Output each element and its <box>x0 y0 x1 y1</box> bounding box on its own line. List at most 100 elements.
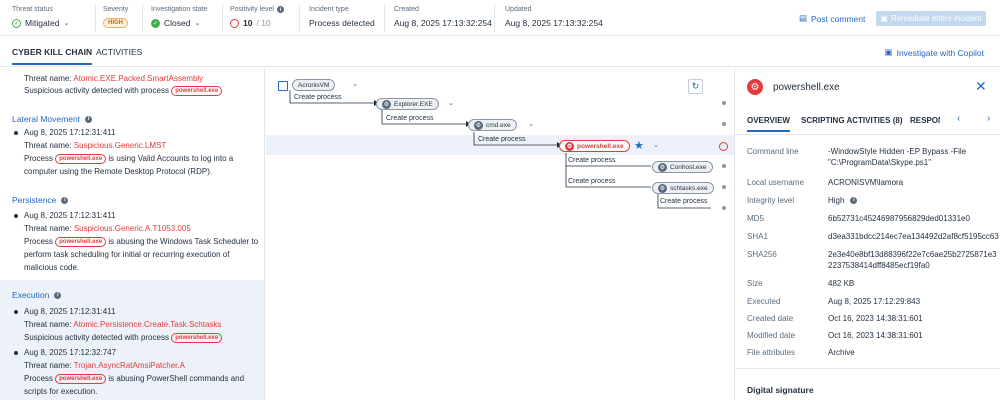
node-powershell[interactable]: ⚙ powershell.exe <box>559 140 630 152</box>
divider <box>95 4 96 32</box>
chevron-down-icon[interactable]: ⌄ <box>448 99 454 107</box>
chevron-left-icon[interactable]: ‹ <box>957 113 960 124</box>
investigate-copilot-button[interactable]: ▣ Investigate with Copilot <box>885 47 984 58</box>
created-value: Aug 8, 2025 17:13:32:254 <box>394 18 492 28</box>
edge-label: Create process <box>568 178 616 185</box>
file-attributes-value: Archive <box>828 348 855 357</box>
created-field: Created Aug 8, 2025 17:13:32:254 <box>394 6 492 28</box>
divider <box>494 4 495 32</box>
severity-field: Severity HIGH <box>103 6 128 28</box>
divider <box>222 4 223 32</box>
info-icon[interactable]: i <box>850 197 858 204</box>
integrity-value: High i <box>828 195 996 206</box>
details-title: powershell.exe <box>773 82 840 93</box>
process-tag[interactable]: powershell.exe <box>55 374 107 384</box>
node-cmd[interactable]: ⚙ cmd.exe <box>468 119 517 131</box>
created-label: Created <box>394 6 419 13</box>
sha1-value: d3ea331bdcc214ec7ea134492d2af8cf5195cc63 <box>828 232 999 241</box>
kill-chain-entry: Process powershell.exe is using Valid Ac… <box>24 154 234 164</box>
positivity-value: 10 <box>243 18 253 28</box>
tab-response[interactable]: RESPONSE <box>910 116 940 125</box>
timeline-dot <box>722 185 726 189</box>
section-execution: Execution i <box>12 290 62 300</box>
section-divider <box>735 368 1000 369</box>
gear-icon: ⚙ <box>658 162 667 172</box>
sha256-value-line2: 2237538414dff8485ecf19fa0 <box>828 261 930 270</box>
chevron-right-icon[interactable]: › <box>987 113 990 124</box>
info-icon[interactable]: i <box>85 115 93 123</box>
close-icon[interactable]: ✕ <box>975 78 987 95</box>
chevron-down-icon[interactable]: ⌄ <box>528 120 534 128</box>
tabs-divider <box>735 134 1000 135</box>
node-schtasks[interactable]: ⚙ schtasks.exe <box>652 182 714 194</box>
process-tag[interactable]: powershell.exe <box>55 237 107 247</box>
info-icon[interactable]: i <box>276 6 284 13</box>
updated-value: Aug 8, 2025 17:13:32:254 <box>505 18 603 28</box>
kill-chain-entry: perform task scheduling for initial or r… <box>24 250 230 259</box>
remediate-label: Remediate entire incident <box>890 14 982 23</box>
positivity-label: Positivity level <box>230 6 274 13</box>
edge-label: Create process <box>568 157 616 164</box>
timeline-dot <box>722 101 726 105</box>
remediate-icon: ▣ <box>880 14 888 23</box>
star-icon[interactable]: ★ <box>634 139 644 152</box>
kill-chain-entry: Threat name: Atomic.EXE.Packed.SmartAsse… <box>24 74 204 83</box>
prop-label: Integrity level <box>747 196 795 205</box>
process-tag[interactable]: powershell.exe <box>171 333 223 343</box>
remediate-button[interactable]: ▣ Remediate entire incident <box>876 11 986 26</box>
chevron-down-icon[interactable]: ⌄ <box>352 80 358 88</box>
investigation-state-label: Investigation state <box>151 6 208 13</box>
digital-signature-heading: Digital signature <box>747 385 814 395</box>
threat-name: Threat name: Trojan.AsyncRatAmsiPatcher.… <box>24 361 185 370</box>
timestamp: Aug 8, 2025 17:12:31:411 <box>24 128 116 137</box>
process-tag[interactable]: powershell.exe <box>55 154 107 164</box>
severity-label: Severity <box>103 6 129 13</box>
comment-icon: ▤ <box>799 13 808 23</box>
chevron-down-icon[interactable]: ⌄ <box>64 19 70 27</box>
bullet <box>14 310 18 314</box>
chevron-down-icon[interactable]: ⌄ <box>194 19 200 27</box>
post-comment-label: Post comment <box>811 13 866 24</box>
chevron-down-icon[interactable]: ⌄ <box>653 141 659 149</box>
process-tag[interactable]: powershell.exe <box>171 86 223 96</box>
node-acronisvm[interactable]: AcronisVM <box>292 79 336 91</box>
info-icon[interactable]: i <box>61 196 69 204</box>
gear-icon: ⚙ <box>565 141 574 151</box>
tab-overview[interactable]: OVERVIEW <box>747 116 790 132</box>
command-line-value: -WindowStyle Hidden -EP Bypass -File "C:… <box>828 147 967 167</box>
edge-label: Create process <box>478 136 526 143</box>
incident-header: Threat status ✓ Mitigated ⌄ Severity HIG… <box>0 0 1000 36</box>
prop-label: SHA1 <box>747 232 768 241</box>
tab-activities[interactable]: ACTIVITIES <box>96 47 142 57</box>
prop-label: MD5 <box>747 214 764 223</box>
incident-type-label: Incident type <box>309 6 349 13</box>
threat-status-field[interactable]: Threat status ✓ Mitigated ⌄ <box>12 6 69 28</box>
positivity-max: / 10 <box>256 18 271 28</box>
prop-label: Executed <box>747 297 781 306</box>
prop-label: Local username <box>747 178 804 187</box>
post-comment-button[interactable]: ▤ Post comment <box>799 13 865 24</box>
edge-label: Create process <box>294 94 342 101</box>
investigation-state-value: Closed <box>164 18 191 28</box>
refresh-icon[interactable]: ↻ <box>688 79 703 94</box>
copilot-label: Investigate with Copilot <box>896 47 984 58</box>
node-conhost[interactable]: ⚙ Conhost.exe <box>652 161 713 173</box>
investigation-state-field[interactable]: Investigation state ✓ Closed ⌄ <box>151 6 207 28</box>
section-lateral-movement: Lateral Movement i <box>12 114 93 124</box>
kill-chain-entry: scripts for execution. <box>24 387 98 396</box>
sidebar-toggle-icon[interactable] <box>278 81 288 91</box>
tab-scripting-activities[interactable]: SCRIPTING ACTIVITIES (8) <box>801 116 903 125</box>
gear-icon: ⚙ <box>382 99 391 109</box>
copilot-icon: ▣ <box>884 47 893 57</box>
tab-cyber-kill-chain[interactable]: CYBER KILL CHAIN <box>12 47 93 65</box>
process-gear-icon: ⚙ <box>747 79 763 95</box>
info-icon[interactable]: i <box>54 291 62 299</box>
timeline-dot <box>722 122 726 126</box>
incident-type-value: Process detected <box>309 18 375 28</box>
tab-response-clip: RESPONSE <box>910 112 940 132</box>
kill-chain-entry: malicious code. <box>24 263 80 272</box>
prop-label: SHA256 <box>747 250 777 259</box>
positivity-ring-icon <box>230 18 239 28</box>
created-date-value: Oct 16, 2023 14:38:31:601 <box>828 314 923 323</box>
node-explorer[interactable]: ⚙ Explorer.EXE <box>376 98 439 110</box>
